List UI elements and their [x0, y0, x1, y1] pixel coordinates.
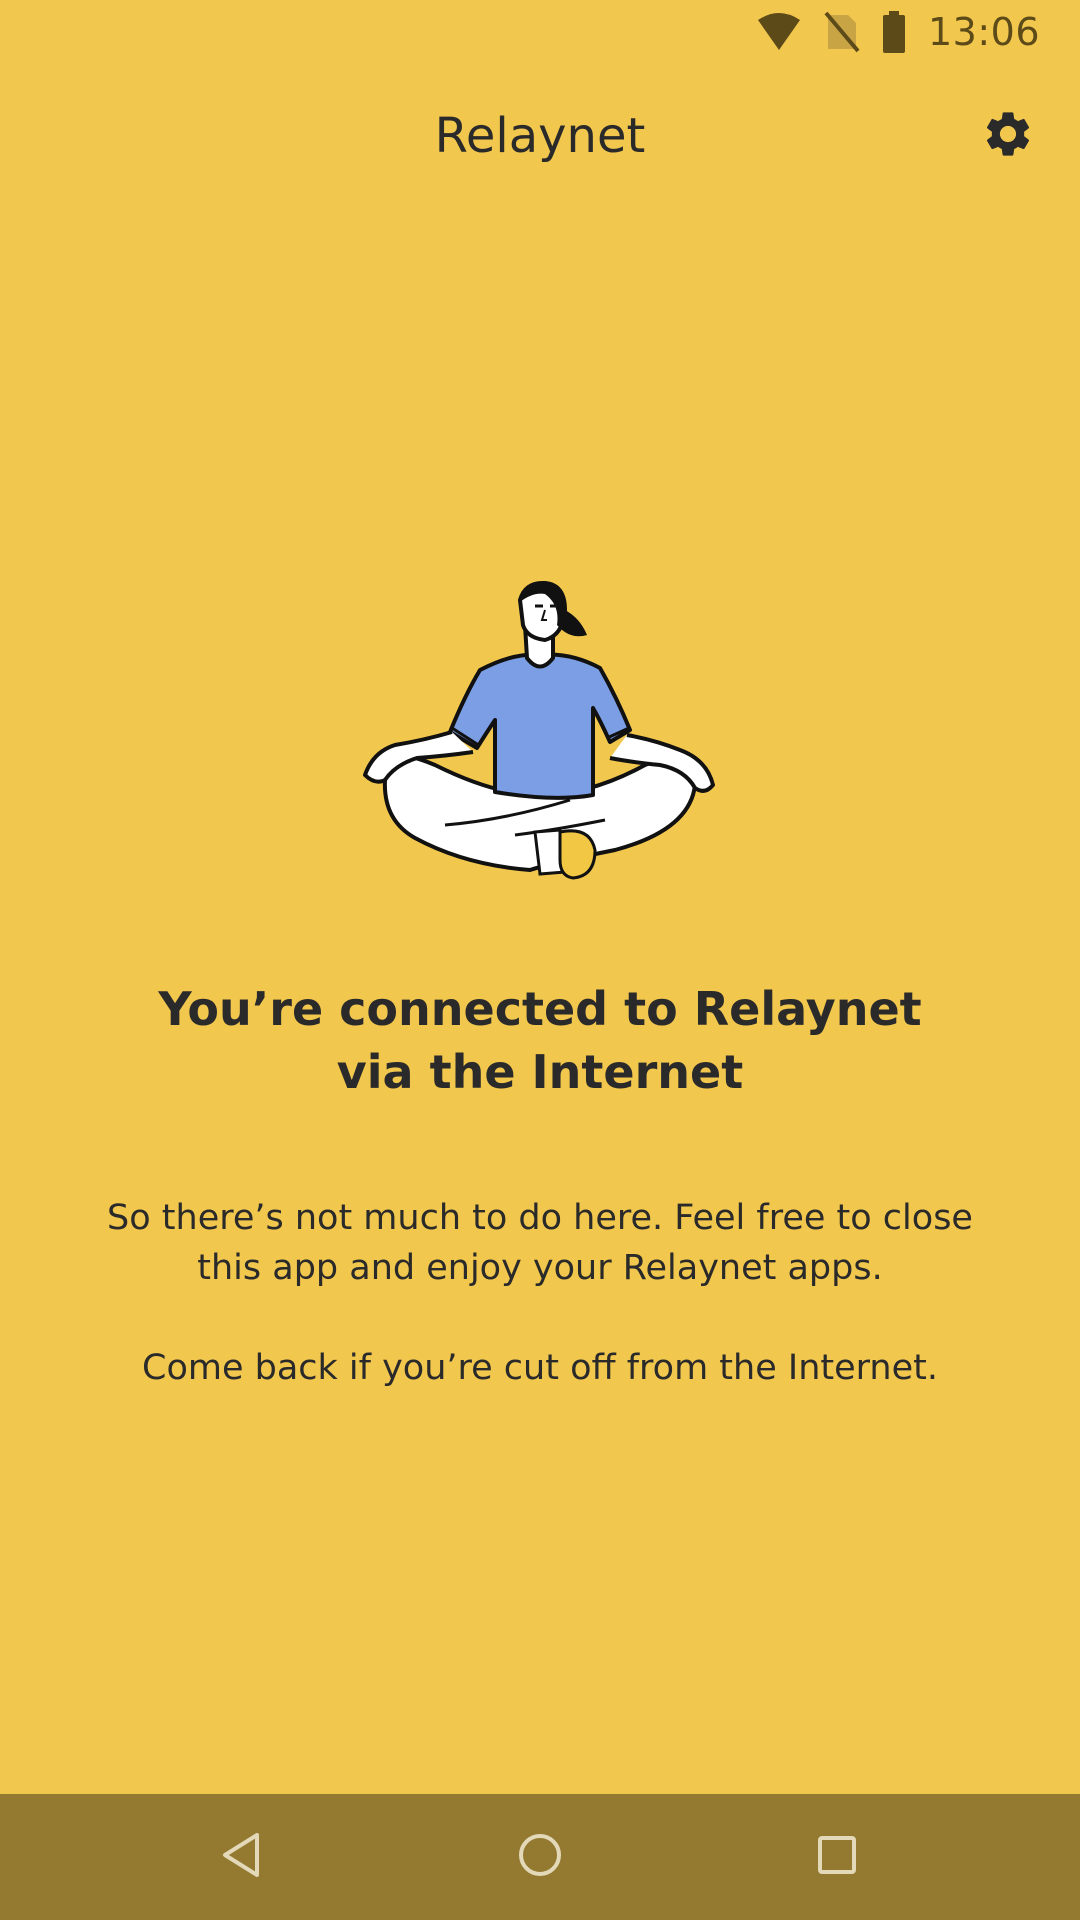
- status-icons: 13:06: [756, 8, 1040, 56]
- battery-icon: [882, 11, 906, 53]
- recents-icon: [816, 1834, 858, 1880]
- headline-line-1: You’re connected to Relaynet: [158, 982, 922, 1036]
- recents-button[interactable]: [807, 1827, 867, 1887]
- body-line-2: this app and enjoy your Relaynet apps.: [197, 1248, 883, 1288]
- back-icon: [219, 1831, 263, 1883]
- wifi-icon: [756, 12, 802, 52]
- body-line-1: So there’s not much to do here. Feel fre…: [107, 1198, 973, 1238]
- person-meditating-illustration: [355, 580, 725, 900]
- home-icon: [517, 1832, 563, 1882]
- body-paragraph-1: So there’s not much to do here. Feel fre…: [80, 1193, 1000, 1293]
- status-bar: 13:06: [0, 0, 1080, 64]
- status-time: 13:06: [927, 10, 1040, 54]
- body-line-3: Come back if you’re cut off from the Int…: [142, 1348, 938, 1388]
- back-button[interactable]: [211, 1827, 271, 1887]
- connection-headline: You’re connected to Relaynet via the Int…: [100, 978, 980, 1104]
- headline-line-2: via the Internet: [336, 1045, 744, 1099]
- app-title: Relaynet: [434, 108, 646, 164]
- app-bar: Relaynet: [0, 64, 1080, 212]
- home-screen: 13:06 Relaynet You’re connected to Relay…: [0, 0, 1080, 1920]
- settings-button[interactable]: [976, 104, 1040, 168]
- gear-icon: [981, 107, 1035, 165]
- home-button[interactable]: [510, 1827, 570, 1887]
- no-sim-icon: [824, 11, 860, 53]
- navigation-bar: [0, 1794, 1080, 1920]
- body-paragraph-2: Come back if you’re cut off from the Int…: [80, 1343, 1000, 1393]
